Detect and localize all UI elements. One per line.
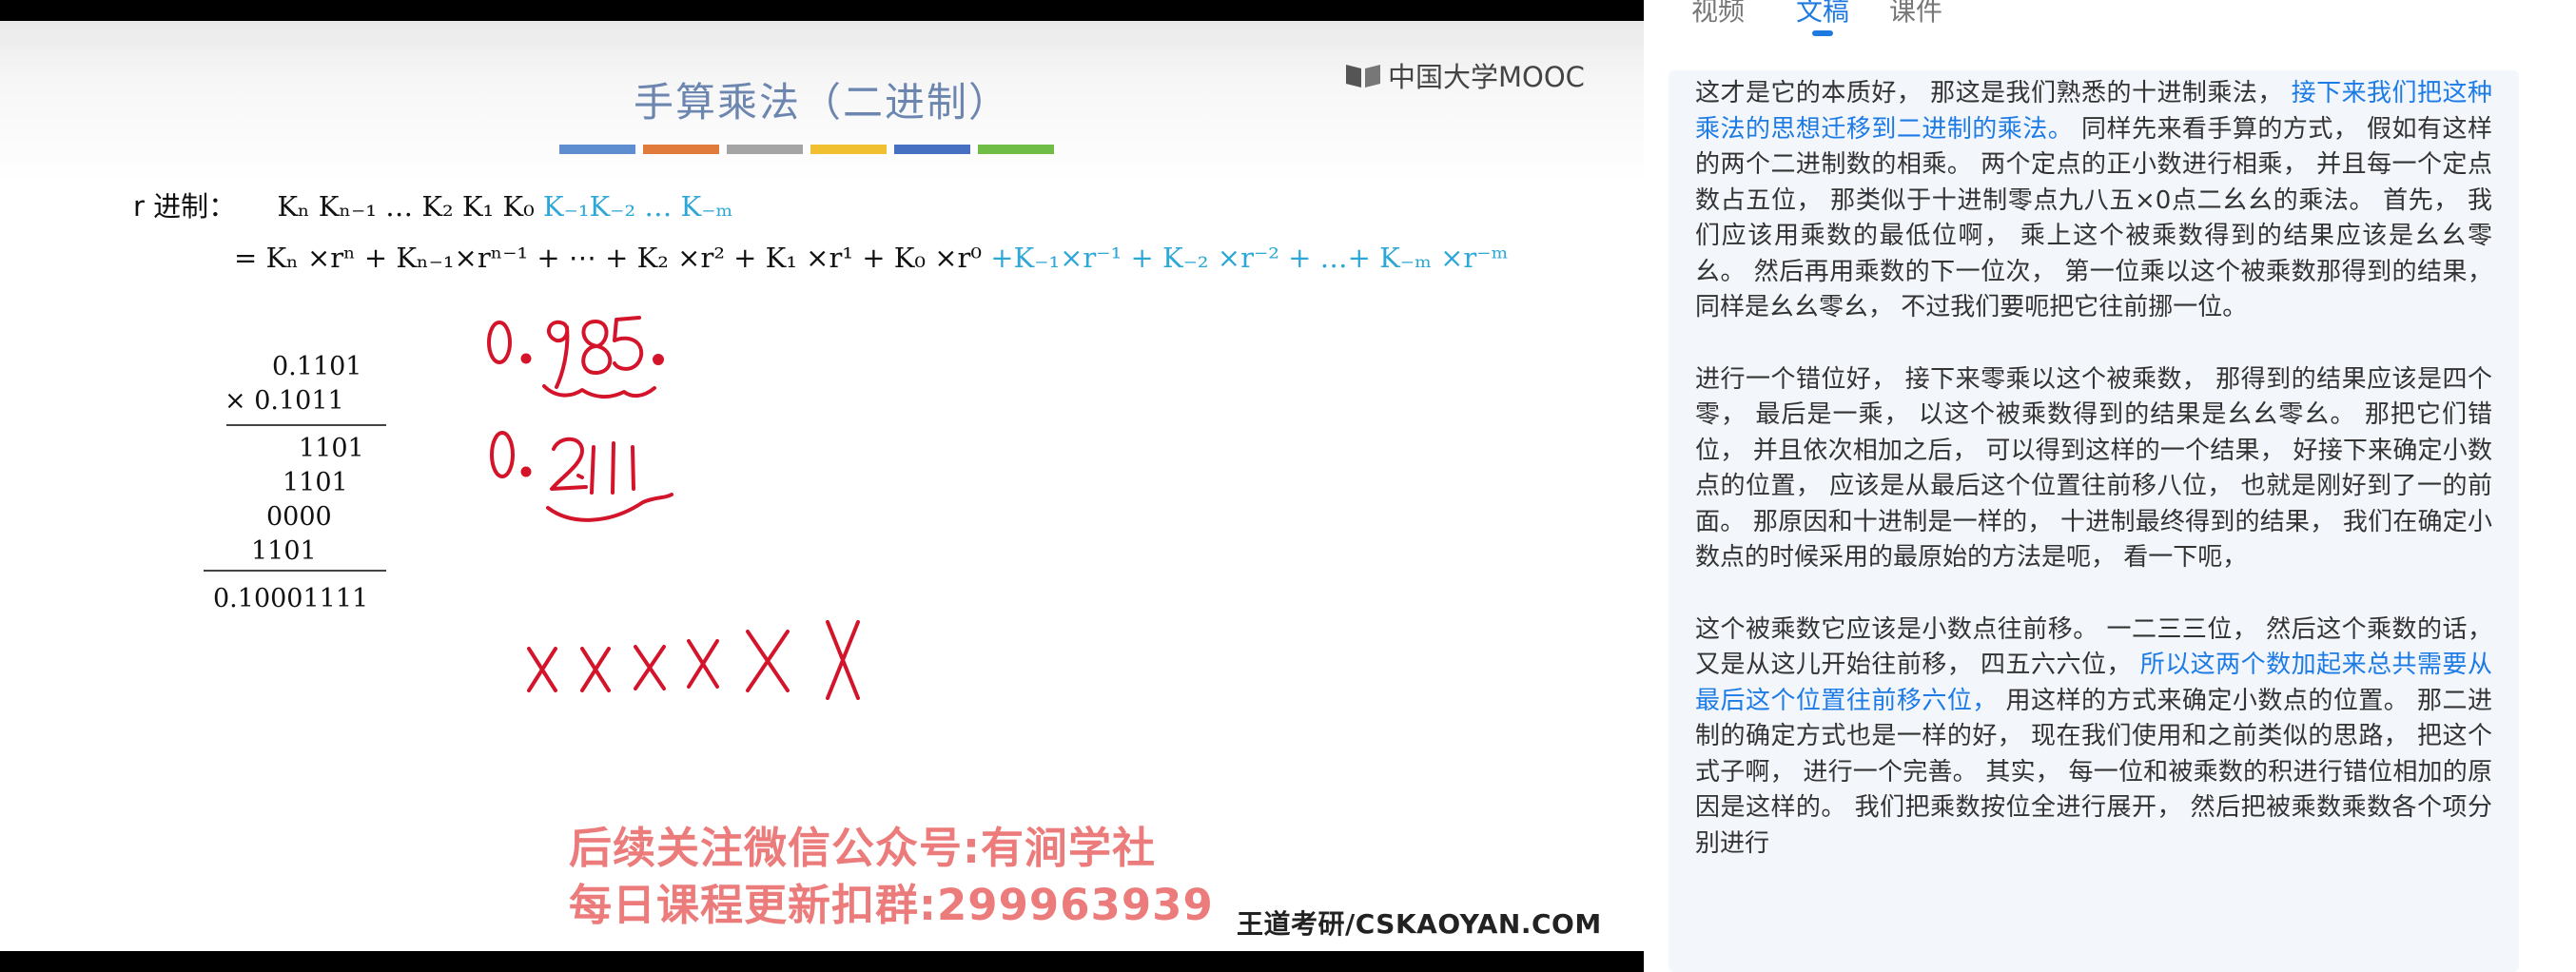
- video-letterbox-bottom: [0, 951, 1644, 972]
- panel-tabs: 视频 文稿 课件: [1644, 0, 2576, 44]
- transcript-paragraph[interactable]: 这个被乘数它应该是小数点往前移。 一二三三位， 然后这个乘数的话， 又是从这儿开…: [1669, 612, 2519, 863]
- brand-footer: 王道考研/CSKAOYAN.COM: [1237, 908, 1602, 940]
- transcript-content[interactable]: 这才是它的本质好， 那这是我们熟悉的十进制乘法， 接下来我们把这种乘法的思想迁移…: [1669, 70, 2519, 972]
- tab-transcript[interactable]: 文稿: [1796, 0, 1849, 29]
- watermark-line: 后续关注微信公众号:有涧学社: [569, 823, 1156, 873]
- watermark-line: 每日课程更新扣群:299963939: [569, 880, 1214, 930]
- transcript-sentence[interactable]: 同样先来看手算的方式， 假如有这样的两个二进制数的相乘。 两个定点的正小数进行相…: [1695, 115, 2492, 322]
- transcript-sentence[interactable]: 进行一个错位好， 接下来零乘以这个被乘数， 那得到的结果应该是四个零， 最后是一…: [1695, 365, 2492, 573]
- transcript-paragraph[interactable]: 进行一个错位好， 接下来零乘以这个被乘数， 那得到的结果应该是四个零， 最后是一…: [1669, 362, 2519, 576]
- transcript-sentence[interactable]: 这才是它的本质好， 那这是我们熟悉的十进制乘法，: [1695, 79, 2292, 107]
- watermark-text: 后续关注微信公众号:有涧学社 每日课程更新扣群:299963939: [569, 820, 1214, 934]
- video-letterbox-top: [0, 0, 1644, 21]
- lecture-slide: 手算乘法（二进制） 中国大学MOOC r 进制： Kₙ Kₙ₋₁ … K₂ K₁…: [0, 21, 1644, 951]
- handwriting-annotations: [487, 316, 860, 700]
- active-tab-indicator: [1812, 30, 1833, 36]
- transcript-panel: 视频 文稿 课件 这才是它的本质好， 那这是我们熟悉的十进制乘法， 接下来我们把…: [1644, 0, 2576, 972]
- transcript-paragraph[interactable]: 这才是它的本质好， 那这是我们熟悉的十进制乘法， 接下来我们把这种乘法的思想迁移…: [1669, 76, 2519, 326]
- tab-courseware[interactable]: 课件: [1889, 0, 1942, 29]
- video-player[interactable]: 手算乘法（二进制） 中国大学MOOC r 进制： Kₙ Kₙ₋₁ … K₂ K₁…: [0, 0, 1644, 972]
- tab-video[interactable]: 视频: [1691, 0, 1745, 29]
